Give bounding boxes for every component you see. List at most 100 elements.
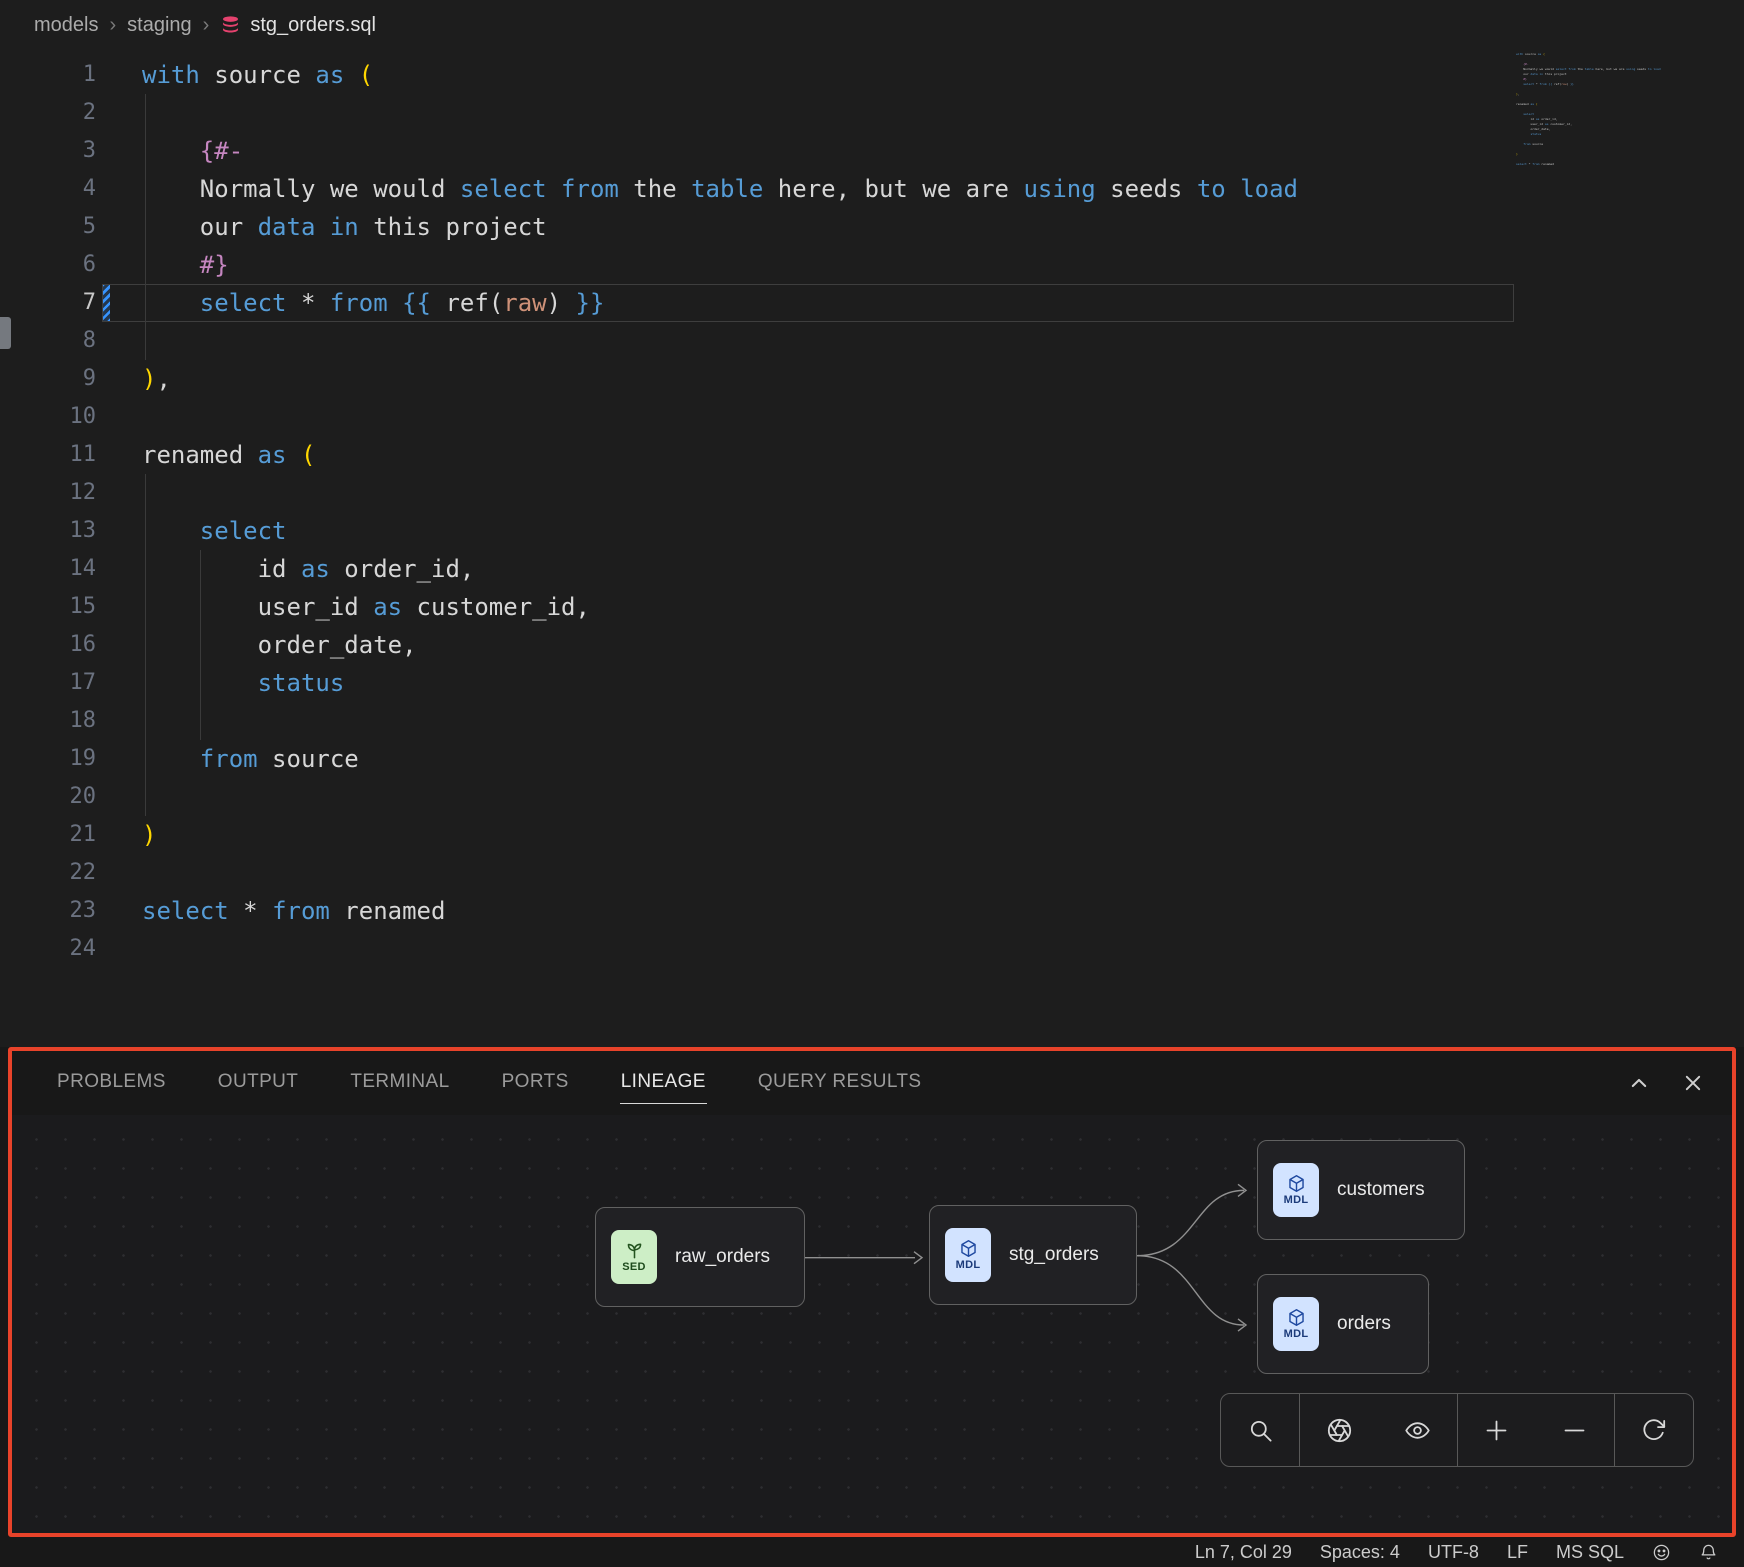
line-number[interactable]: 6 <box>0 246 96 284</box>
code-text[interactable] <box>110 398 142 436</box>
code-line[interactable]: 18 <box>0 702 1514 740</box>
zoom-out-button[interactable] <box>1536 1394 1614 1466</box>
code-line[interactable]: 7 select * from {{ ref(raw) }} <box>0 284 1514 322</box>
zoom-in-button[interactable] <box>1457 1394 1536 1466</box>
panel-tab-ports[interactable]: PORTS <box>501 1063 570 1104</box>
code-text[interactable] <box>110 322 142 360</box>
code-text[interactable]: select <box>110 512 287 550</box>
lineage-node-raw_orders[interactable]: SEDraw_orders <box>595 1207 805 1307</box>
status-cursor-position[interactable]: Ln 7, Col 29 <box>1195 1542 1292 1563</box>
breadcrumb-file[interactable]: stg_orders.sql <box>220 14 376 37</box>
code-line[interactable]: 21) <box>0 816 1514 854</box>
code-line[interactable]: 20 <box>0 778 1514 816</box>
code-text[interactable] <box>110 854 142 892</box>
code-text[interactable]: user_id as customer_id, <box>110 588 590 626</box>
code-line[interactable]: 22 <box>0 854 1514 892</box>
code-line[interactable]: 14 id as order_id, <box>0 550 1514 588</box>
code-line[interactable]: 3 {#- <box>0 132 1514 170</box>
line-number[interactable]: 15 <box>0 588 96 626</box>
code-text[interactable]: order_date, <box>110 626 417 664</box>
code-line[interactable]: 12 <box>0 474 1514 512</box>
line-number[interactable]: 5 <box>0 208 96 246</box>
eye-button[interactable] <box>1378 1394 1456 1466</box>
editor[interactable]: 1with source as (23 {#-4 Normally we wou… <box>0 50 1744 1047</box>
code-line[interactable]: 23 select * from renamed <box>0 892 1514 930</box>
line-number[interactable]: 18 <box>0 702 96 740</box>
code-line[interactable]: 16 order_date, <box>0 626 1514 664</box>
line-number[interactable]: 21 <box>0 816 96 854</box>
line-number[interactable]: 23 <box>0 892 96 930</box>
breadcrumb-item[interactable]: staging <box>127 14 192 37</box>
code-text[interactable]: with source as ( <box>110 56 373 94</box>
line-number[interactable]: 3 <box>0 132 96 170</box>
search-button[interactable] <box>1221 1394 1299 1466</box>
lineage-node-orders[interactable]: MDLorders <box>1257 1274 1429 1374</box>
code-line[interactable]: 11 renamed as ( <box>0 436 1514 474</box>
code-text[interactable] <box>110 778 142 816</box>
code-text[interactable]: renamed as ( <box>110 436 315 474</box>
code-line[interactable]: 1 with source as ( <box>0 56 1514 94</box>
code-line[interactable]: 5 our data in this project <box>0 208 1514 246</box>
code-text[interactable] <box>110 930 142 968</box>
lineage-canvas[interactable]: SEDraw_orders MDLstg_orders MDLcustomers MD… <box>12 1115 1732 1533</box>
line-number[interactable]: 17 <box>0 664 96 702</box>
line-number[interactable]: 20 <box>0 778 96 816</box>
line-number[interactable]: 11 <box>0 436 96 474</box>
code-text[interactable]: Normally we would select from the table … <box>110 170 1298 208</box>
code-text[interactable] <box>110 94 142 132</box>
code-line[interactable]: 19 from source <box>0 740 1514 778</box>
line-number[interactable]: 10 <box>0 398 96 436</box>
code-text[interactable]: {#- <box>110 132 243 170</box>
line-number[interactable]: 13 <box>0 512 96 550</box>
notifications-bell-icon[interactable] <box>1699 1543 1718 1562</box>
line-number[interactable]: 14 <box>0 550 96 588</box>
line-number[interactable]: 19 <box>0 740 96 778</box>
minimap[interactable]: with source as ( {#- Normally we would s… <box>1516 52 1692 184</box>
code-line[interactable]: 4 Normally we would select from the tabl… <box>0 170 1514 208</box>
code-text[interactable]: ), <box>110 360 171 398</box>
code-text[interactable]: select * from renamed <box>110 892 445 930</box>
refresh-button[interactable] <box>1614 1394 1693 1466</box>
code-text[interactable] <box>110 702 142 740</box>
code-text[interactable] <box>110 474 142 512</box>
code-line[interactable]: 9), <box>0 360 1514 398</box>
line-number[interactable]: 4 <box>0 170 96 208</box>
panel-tab-query-results[interactable]: QUERY RESULTS <box>757 1063 923 1104</box>
code-line[interactable]: 13 select <box>0 512 1514 550</box>
code-line[interactable]: 6 #} <box>0 246 1514 284</box>
code-line[interactable]: 17 status <box>0 664 1514 702</box>
line-number[interactable]: 22 <box>0 854 96 892</box>
status-indentation[interactable]: Spaces: 4 <box>1320 1542 1400 1563</box>
status-eol[interactable]: LF <box>1507 1542 1528 1563</box>
copilot-icon[interactable] <box>1652 1543 1671 1562</box>
code-line[interactable]: 8 <box>0 322 1514 360</box>
lineage-node-stg_orders[interactable]: MDLstg_orders <box>929 1205 1137 1305</box>
code-text[interactable]: ) <box>110 816 156 854</box>
status-encoding[interactable]: UTF-8 <box>1428 1542 1479 1563</box>
code-line[interactable]: 2 <box>0 94 1514 132</box>
code-line[interactable]: 10 <box>0 398 1514 436</box>
code-text[interactable]: #} <box>110 246 229 284</box>
line-number[interactable]: 16 <box>0 626 96 664</box>
line-number[interactable]: 9 <box>0 360 96 398</box>
panel-tab-terminal[interactable]: TERMINAL <box>349 1063 450 1104</box>
close-panel-button[interactable] <box>1680 1070 1706 1096</box>
line-number[interactable]: 12 <box>0 474 96 512</box>
panel-tab-problems[interactable]: PROBLEMS <box>56 1063 167 1104</box>
code-text[interactable]: select * from {{ ref(raw) }} <box>110 284 604 322</box>
line-number[interactable]: 7 <box>0 284 96 322</box>
line-number[interactable]: 2 <box>0 94 96 132</box>
panel-tab-lineage[interactable]: LINEAGE <box>620 1063 707 1104</box>
collapse-panel-button[interactable] <box>1626 1070 1652 1096</box>
breadcrumb-item[interactable]: models <box>34 14 98 37</box>
code-line[interactable]: 24 <box>0 930 1514 968</box>
code-text[interactable]: from source <box>110 740 359 778</box>
line-number[interactable]: 24 <box>0 930 96 968</box>
code-text[interactable]: our data in this project <box>110 208 547 246</box>
line-number[interactable]: 1 <box>0 56 96 94</box>
lineage-node-customers[interactable]: MDLcustomers <box>1257 1140 1465 1240</box>
panel-tab-output[interactable]: OUTPUT <box>217 1063 300 1104</box>
status-language-mode[interactable]: MS SQL <box>1556 1542 1624 1563</box>
code-text[interactable]: id as order_id, <box>110 550 474 588</box>
aperture-button[interactable] <box>1299 1394 1378 1466</box>
